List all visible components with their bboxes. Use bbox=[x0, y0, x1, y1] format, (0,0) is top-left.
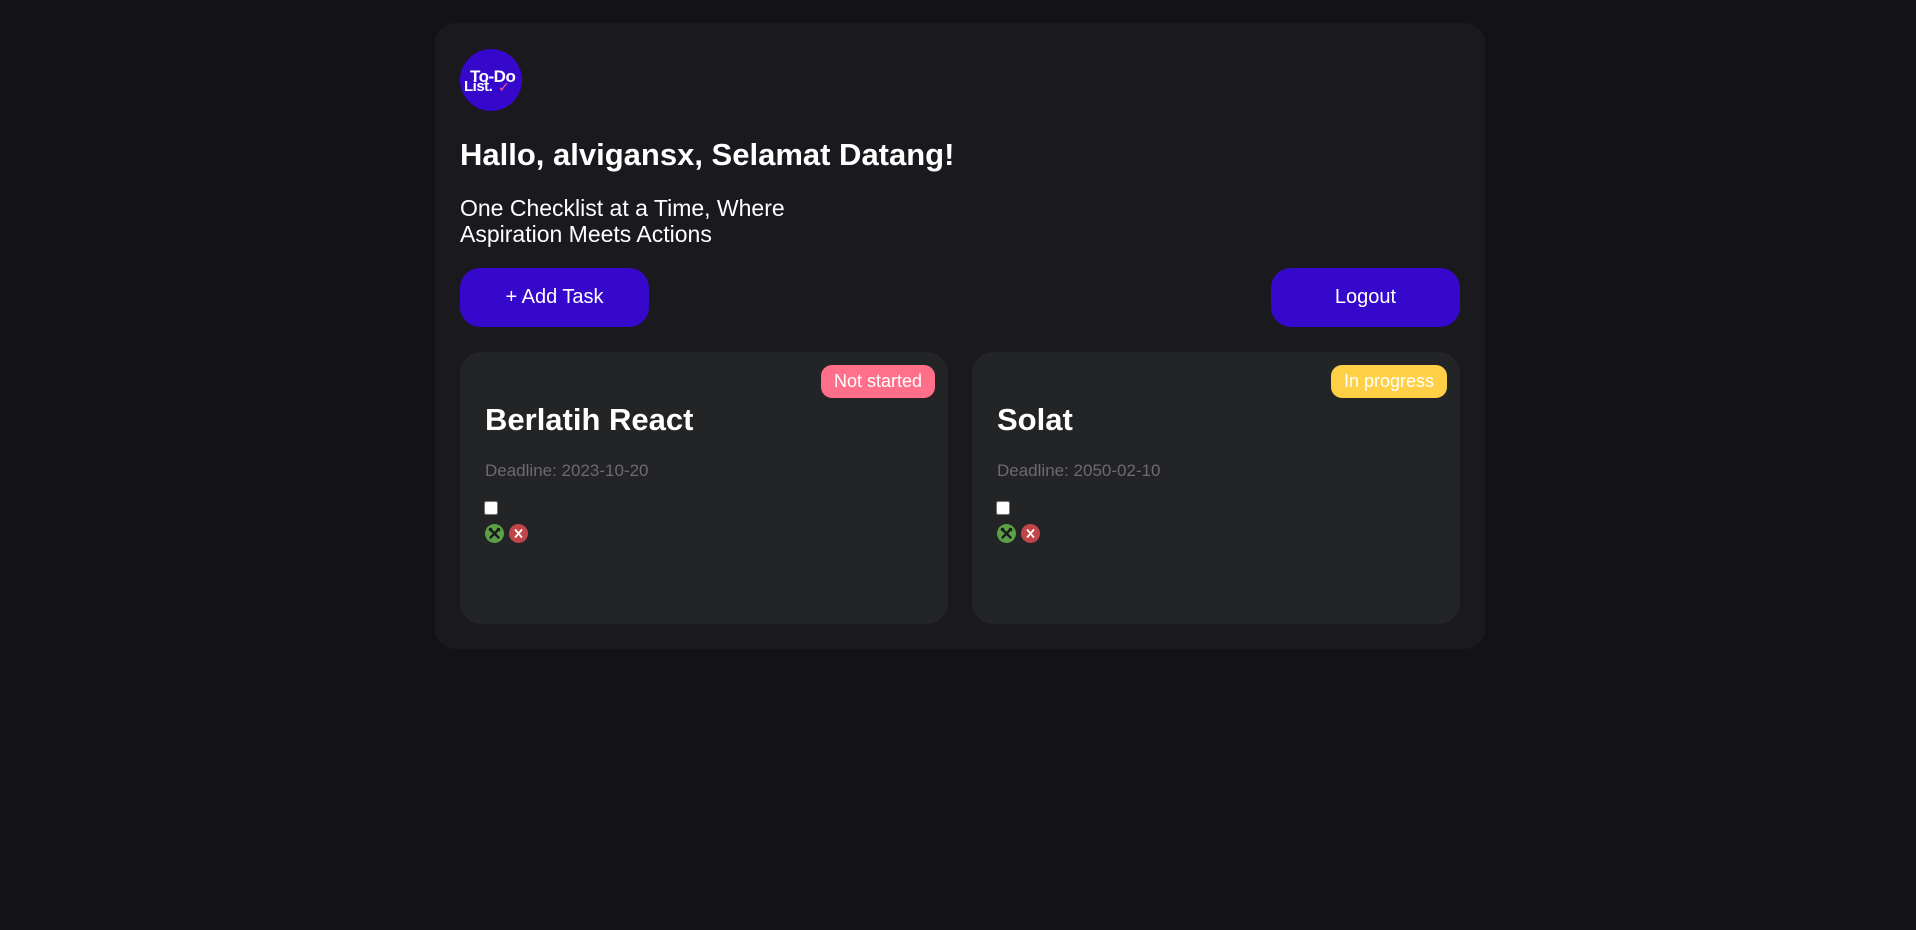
status-badge: Not started bbox=[820, 365, 935, 398]
x-icon[interactable] bbox=[509, 524, 528, 543]
wrench-cross-icon[interactable] bbox=[997, 524, 1016, 543]
todo-list-logo: To-Do List. ✓ bbox=[460, 49, 522, 111]
task-deadline: Deadline: 2050-02-10 bbox=[997, 461, 1161, 480]
task-card: In progress Solat Deadline: 2050-02-10 bbox=[972, 352, 1460, 624]
add-task-button[interactable]: + Add Task bbox=[460, 268, 649, 327]
wrench-cross-icon[interactable] bbox=[485, 524, 504, 543]
task-title: Solat bbox=[997, 402, 1073, 437]
task-done-checkbox[interactable] bbox=[996, 501, 1010, 515]
main-panel: To-Do List. ✓ Hallo, alvigansx, Selamat … bbox=[435, 23, 1485, 649]
logo-text-line2: List. bbox=[464, 78, 493, 95]
task-card: Not started Berlatih React Deadline: 202… bbox=[460, 352, 948, 624]
task-deadline: Deadline: 2023-10-20 bbox=[485, 461, 649, 480]
task-done-checkbox[interactable] bbox=[484, 501, 498, 515]
logo-check-icon: ✓ bbox=[498, 79, 510, 95]
greeting-heading: Hallo, alvigansx, Selamat Datang! bbox=[460, 137, 955, 172]
x-icon[interactable] bbox=[1021, 524, 1040, 543]
logout-button[interactable]: Logout bbox=[1271, 268, 1460, 327]
task-title: Berlatih React bbox=[485, 402, 694, 437]
status-badge: In progress bbox=[1330, 365, 1447, 398]
tagline-text: One Checklist at a Time, Where Aspiratio… bbox=[460, 195, 785, 247]
